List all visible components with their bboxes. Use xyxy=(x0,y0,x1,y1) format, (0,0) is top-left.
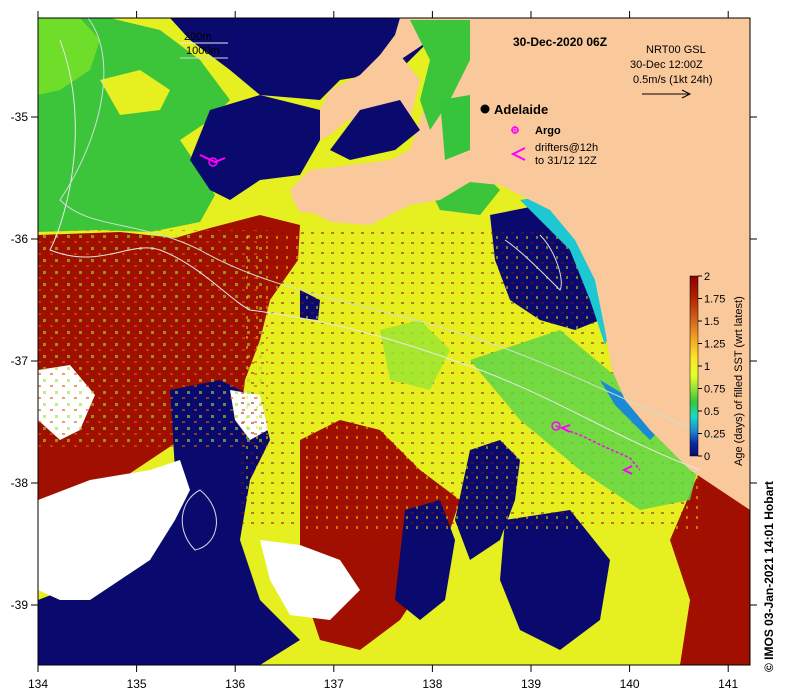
drifter-legend-line-2: to 31/12 12Z xyxy=(535,155,597,167)
colorbar-tick-label: 0.75 xyxy=(704,384,725,396)
colorbar-tick-label: 0 xyxy=(704,451,710,463)
credit-label: © IMOS 03-Jan-2021 14:01 Hobart xyxy=(762,481,776,672)
y-tick-label: -37 xyxy=(11,354,29,368)
sst-age-map: 134 135 136 137 138 139 140 141 -35 -36 … xyxy=(11,11,757,691)
colorbar-tick-label: 0.25 xyxy=(704,429,725,441)
y-tick-label: -38 xyxy=(11,476,29,490)
colorbar-gradient xyxy=(689,275,699,457)
product-line-2: 30-Dec 12:00Z xyxy=(630,59,703,71)
contour-1000m-label: 1000m xyxy=(186,45,220,57)
product-line-3: 0.5m/s (1kt 24h) xyxy=(633,74,712,86)
colorbar-tick-label: 1.25 xyxy=(704,339,725,351)
x-tick-label: 136 xyxy=(225,677,245,691)
x-tick-label: 134 xyxy=(28,677,48,691)
gulf-green-inner xyxy=(440,95,470,160)
y-tick-label: -35 xyxy=(11,110,29,124)
city-marker xyxy=(480,104,490,114)
colorbar-tick-label: 1.75 xyxy=(704,294,725,306)
x-tick-label: 140 xyxy=(620,677,640,691)
x-tick-label: 138 xyxy=(422,677,442,691)
contour-200m-label: 200m xyxy=(184,31,212,43)
y-tick-label: -39 xyxy=(11,598,29,612)
map-plot-area xyxy=(38,17,750,665)
texture-west xyxy=(38,230,268,450)
x-tick-label: 139 xyxy=(521,677,541,691)
x-tick-label: 137 xyxy=(324,677,344,691)
colorbar-title: Age (days) of filled SST (wrt latest) xyxy=(733,296,745,466)
colorbar-tick-label: 1 xyxy=(704,361,710,373)
product-line-1: NRT00 GSL xyxy=(646,44,706,56)
x-tick-label: 141 xyxy=(718,677,738,691)
map-title: 30-Dec-2020 06Z xyxy=(513,35,607,49)
x-tick-label: 135 xyxy=(127,677,147,691)
argo-legend-label: Argo xyxy=(535,125,561,137)
drifter-legend-line-1: drifters@12h xyxy=(535,142,598,154)
colorbar-tick-label: 0.5 xyxy=(704,406,719,418)
y-tick-label: -36 xyxy=(11,232,29,246)
city-label: Adelaide xyxy=(494,102,548,117)
colorbar-tick-label: 1.5 xyxy=(704,316,719,328)
colorbar-tick-label: 2 xyxy=(704,271,710,283)
